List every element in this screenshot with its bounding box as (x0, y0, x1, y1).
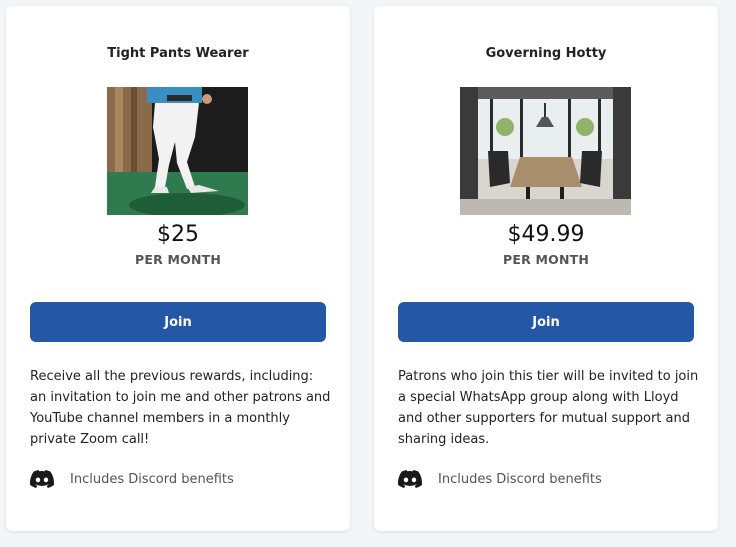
tier-image (460, 87, 631, 215)
benefit-row: Includes Discord benefits (30, 468, 332, 490)
benefit-label: Includes Discord benefits (70, 471, 234, 487)
discord-icon (30, 470, 54, 488)
tier-card-tight-pants-wearer: Tight Pants Wearer $25 PER MONTH Join Re… (6, 6, 350, 531)
tier-period: PER MONTH (135, 252, 221, 267)
tier-description: Receive all the previous rewards, includ… (30, 369, 331, 447)
join-button[interactable]: Join (30, 302, 326, 342)
benefit-row: Includes Discord benefits (398, 468, 700, 490)
benefit-label: Includes Discord benefits (438, 471, 602, 487)
tier-period: PER MONTH (503, 252, 589, 267)
tier-price: $49.99 (507, 222, 585, 247)
discord-icon (398, 470, 422, 488)
tier-title: Tight Pants Wearer (107, 46, 249, 61)
tier-title: Governing Hotty (485, 46, 607, 61)
tier-image (107, 87, 248, 215)
tier-card-governing-hotty: Governing Hotty $49.99 PER MONTH Join Pa… (374, 6, 718, 531)
tier-description: Patrons who join this tier will be invit… (398, 369, 699, 447)
join-button[interactable]: Join (398, 302, 694, 342)
tier-price: $25 (157, 222, 199, 247)
